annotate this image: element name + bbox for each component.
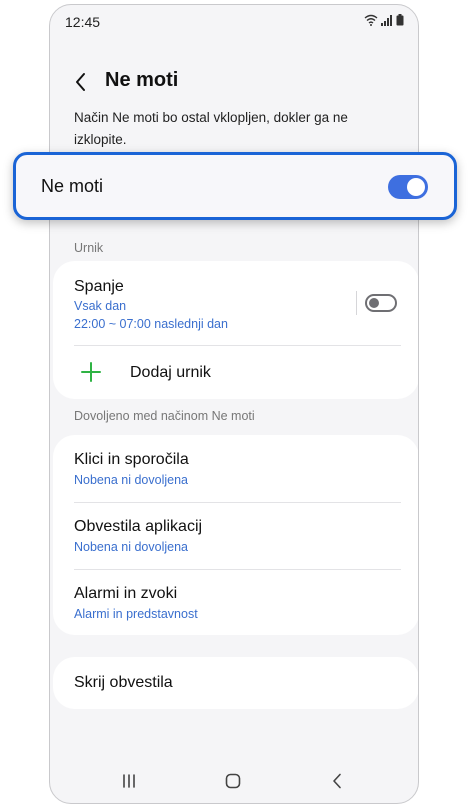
plus-icon — [81, 362, 101, 382]
home-icon — [225, 773, 241, 789]
master-toggle-switch[interactable] — [388, 175, 428, 199]
list-item-title: Alarmi in zvoki — [74, 585, 178, 602]
toggle-knob — [369, 298, 379, 308]
toggle-knob — [407, 178, 425, 196]
schedule-days: Vsak dan — [74, 299, 127, 313]
battery-icon — [396, 14, 404, 26]
back-button[interactable] — [68, 69, 94, 95]
schedule-title: Spanje — [74, 278, 124, 295]
app-bar: Ne moti — [50, 61, 418, 101]
back-icon — [333, 773, 341, 789]
wifi-icon — [364, 14, 378, 26]
hide-notifications-label: Skrij obvestila — [74, 674, 173, 691]
nav-back-button[interactable] — [322, 769, 352, 793]
schedule-time: 22:00 ~ 07:00 naslednji dan — [74, 317, 228, 331]
list-item-calls-messages[interactable]: Klici in sporočila Nobena ni dovoljena — [53, 435, 418, 502]
chevron-left-icon — [76, 73, 85, 91]
vertical-divider — [356, 291, 357, 315]
hide-notifications-item[interactable]: Skrij obvestila — [53, 657, 418, 709]
status-icons — [364, 14, 404, 26]
add-schedule-button[interactable]: Dodaj urnik — [53, 346, 418, 399]
master-toggle-row[interactable]: Ne moti — [13, 152, 457, 220]
status-bar: 12:45 — [50, 5, 418, 39]
schedule-card: Spanje Vsak dan 22:00 ~ 07:00 naslednji … — [53, 261, 418, 399]
mode-description: Način Ne moti bo ostal vklopljen, dokler… — [74, 110, 348, 147]
list-item-alarms-sounds[interactable]: Alarmi in zvoki Alarmi in predstavnost — [53, 570, 418, 635]
schedule-section-label: Urnik — [74, 241, 104, 255]
add-schedule-label: Dodaj urnik — [130, 364, 211, 381]
list-item-subtitle: Alarmi in predstavnost — [74, 607, 198, 621]
list-item-title: Obvestila aplikacij — [74, 518, 203, 535]
allowed-card: Klici in sporočila Nobena ni dovoljena O… — [53, 435, 418, 635]
allowed-section-label: Dovoljeno med načinom Ne moti — [74, 409, 255, 423]
recents-icon — [123, 774, 135, 788]
navigation-bar — [50, 759, 418, 803]
master-toggle-label: Ne moti — [41, 176, 104, 196]
schedule-toggle[interactable] — [365, 294, 397, 312]
page-title: Ne moti — [105, 69, 179, 91]
list-item-app-notifications[interactable]: Obvestila aplikacij Nobena ni dovoljena — [53, 503, 418, 569]
recents-button[interactable] — [114, 769, 144, 793]
phone-screen: 12:45 Ne moti Način Ne moti bo ostal vkl… — [49, 4, 419, 804]
list-item-subtitle: Nobena ni dovoljena — [74, 473, 188, 487]
list-item-subtitle: Nobena ni dovoljena — [74, 540, 188, 554]
list-item-title: Klici in sporočila — [74, 451, 189, 468]
home-button[interactable] — [218, 769, 248, 793]
status-time: 12:45 — [65, 14, 101, 30]
signal-icon — [381, 14, 392, 26]
